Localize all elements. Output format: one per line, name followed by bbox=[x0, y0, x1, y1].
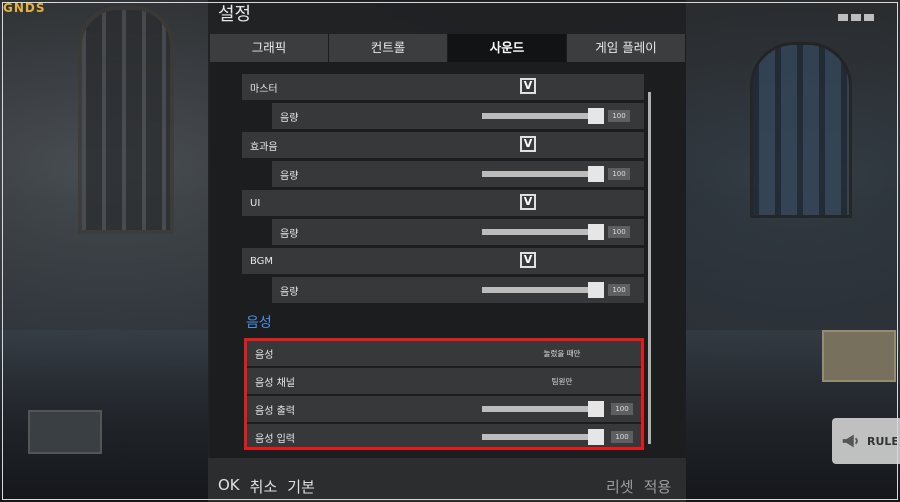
effects-sound-row: 효과음 V bbox=[242, 132, 644, 158]
effects-volume-value: 100 bbox=[608, 168, 630, 180]
voice-highlight-box bbox=[244, 338, 644, 450]
master-volume-slider-track[interactable] bbox=[482, 113, 598, 119]
bgm-sound-row: BGM V bbox=[242, 248, 644, 274]
effects-label: 효과음 bbox=[250, 141, 278, 153]
bgm-volume-slider-track[interactable] bbox=[482, 287, 598, 293]
ui-volume-row: 음량 100 bbox=[272, 219, 644, 245]
settings-title: 설정 bbox=[218, 4, 252, 25]
tab-controls[interactable]: 컨트롤 bbox=[329, 34, 448, 62]
crate-right bbox=[822, 330, 896, 382]
tab-graphics[interactable]: 그래픽 bbox=[210, 34, 329, 62]
ui-sound-row: UI V bbox=[242, 190, 644, 216]
megaphone-icon bbox=[842, 434, 858, 448]
master-volume-slider-handle[interactable] bbox=[588, 108, 604, 124]
ui-volume-slider-handle[interactable] bbox=[588, 224, 604, 240]
tab-gameplay[interactable]: 게임 플레이 bbox=[567, 34, 686, 62]
bgm-volume-row: 음량 100 bbox=[272, 277, 644, 303]
apply-button[interactable]: 적용 bbox=[644, 476, 672, 497]
effects-volume-slider-handle[interactable] bbox=[588, 166, 604, 182]
master-sound-row: 마스터 V bbox=[242, 74, 644, 100]
settings-tabs: 그래픽 컨트롤 사운드 게임 플레이 bbox=[210, 34, 686, 62]
ui-label: UI bbox=[250, 197, 261, 209]
bgm-volume-value: 100 bbox=[608, 284, 630, 296]
rules-button[interactable]: RULE bbox=[832, 418, 900, 464]
cancel-button[interactable]: 취소 bbox=[250, 476, 278, 497]
effects-volume-slider-track[interactable] bbox=[482, 171, 598, 177]
arched-window-left bbox=[78, 6, 174, 234]
corner-brand-text: GNDS bbox=[3, 1, 46, 15]
bgm-checkbox[interactable]: V bbox=[520, 252, 536, 268]
effects-checkbox[interactable]: V bbox=[520, 136, 536, 152]
bottom-left-actions: OK 취소 기본 bbox=[218, 476, 315, 497]
voice-section-title: 음성 bbox=[246, 315, 272, 331]
effects-volume-label: 음량 bbox=[280, 170, 299, 182]
reset-button[interactable]: 리셋 bbox=[606, 476, 634, 497]
list-scrollbar[interactable] bbox=[648, 92, 651, 444]
arched-window-right bbox=[750, 42, 852, 218]
ui-checkbox[interactable]: V bbox=[520, 194, 536, 210]
effects-volume-row: 음량 100 bbox=[272, 161, 644, 187]
ui-volume-value: 100 bbox=[608, 226, 630, 238]
rules-button-label: RULE bbox=[867, 434, 899, 448]
bgm-label: BGM bbox=[250, 255, 274, 267]
master-volume-row: 음량 100 bbox=[272, 103, 644, 129]
bottom-right-actions: 리셋 적용 bbox=[606, 476, 671, 497]
master-volume-value: 100 bbox=[608, 110, 630, 122]
ui-volume-label: 음량 bbox=[280, 228, 299, 240]
ok-button[interactable]: OK bbox=[218, 476, 240, 497]
top-right-status-icons bbox=[838, 6, 894, 21]
master-label: 마스터 bbox=[250, 83, 278, 95]
default-button[interactable]: 기본 bbox=[287, 476, 315, 497]
tab-sound[interactable]: 사운드 bbox=[448, 34, 567, 62]
ui-volume-slider-track[interactable] bbox=[482, 229, 598, 235]
crate-left bbox=[28, 410, 102, 454]
bgm-volume-slider-handle[interactable] bbox=[588, 282, 604, 298]
master-volume-label: 음량 bbox=[280, 112, 299, 124]
master-checkbox[interactable]: V bbox=[520, 78, 536, 94]
bgm-volume-label: 음량 bbox=[280, 286, 299, 298]
